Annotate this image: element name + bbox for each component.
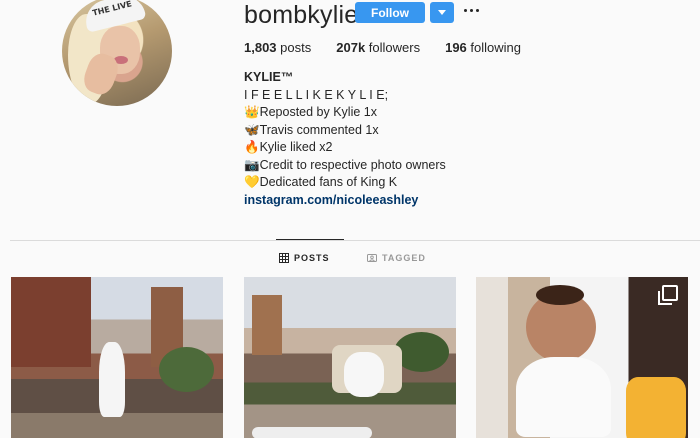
post-thumbnail[interactable] [244, 277, 456, 438]
plant-shape [394, 332, 449, 372]
profile-bio: KYLIE™ I F E E L L I K E K Y L I E; 👑Rep… [244, 69, 446, 209]
tab-posts[interactable]: POSTS [276, 239, 343, 263]
following-stat[interactable]: 196 following [445, 40, 521, 55]
person-shape [344, 352, 384, 397]
grid-icon [279, 253, 289, 263]
bio-line: 👑Reposted by Kylie 1x [244, 105, 377, 119]
bio-line: 📷Credit to respective photo owners [244, 157, 446, 172]
following-count: 196 [445, 40, 467, 55]
following-label: following [470, 40, 522, 55]
shirt-shape [626, 377, 686, 438]
tower-shape [252, 295, 282, 355]
tag-icon [367, 254, 377, 262]
posts-count: 1,803 [244, 40, 277, 55]
followers-count: 207k [336, 40, 366, 55]
profile-stats: 1,803 posts 207k followers 196 following [244, 40, 546, 55]
building-shape [11, 277, 91, 367]
profile-username: bombkylie [244, 1, 359, 29]
posts-label: posts [280, 40, 312, 55]
followers-label: followers [368, 40, 421, 55]
tabs-divider [10, 240, 700, 241]
plant-shape [159, 347, 214, 392]
carousel-icon [658, 285, 678, 305]
follow-button[interactable]: Follow [355, 2, 425, 23]
posts-stat: 1,803 posts [244, 40, 311, 55]
post-thumbnail[interactable] [476, 277, 688, 438]
bio-website-link[interactable]: instagram.com/nicoleeashley [244, 193, 418, 207]
more-options-icon[interactable] [464, 6, 480, 16]
overlay-bar [252, 427, 372, 438]
bio-line: 💛Dedicated fans of King K [244, 175, 398, 189]
suggestions-dropdown-button[interactable] [430, 2, 454, 23]
followers-stat[interactable]: 207k followers [336, 40, 420, 55]
tab-posts-label: POSTS [294, 253, 330, 263]
tab-tagged[interactable]: TAGGED [367, 253, 426, 263]
tab-tagged-label: TAGGED [382, 253, 426, 263]
baby-hair-shape [536, 285, 584, 305]
shirt-shape [516, 357, 611, 437]
bio-line: I F E E L L I K E K Y L I E; [244, 87, 389, 102]
post-thumbnail[interactable] [11, 277, 223, 438]
bio-line: 🦋Travis commented 1x [244, 122, 379, 137]
chevron-down-icon [438, 10, 446, 15]
bio-line: 🔥Kylie liked x2 [244, 140, 333, 154]
person-shape [99, 342, 125, 417]
profile-avatar[interactable]: THE LIVE [62, 0, 172, 106]
bio-name: KYLIE™ [244, 70, 294, 84]
